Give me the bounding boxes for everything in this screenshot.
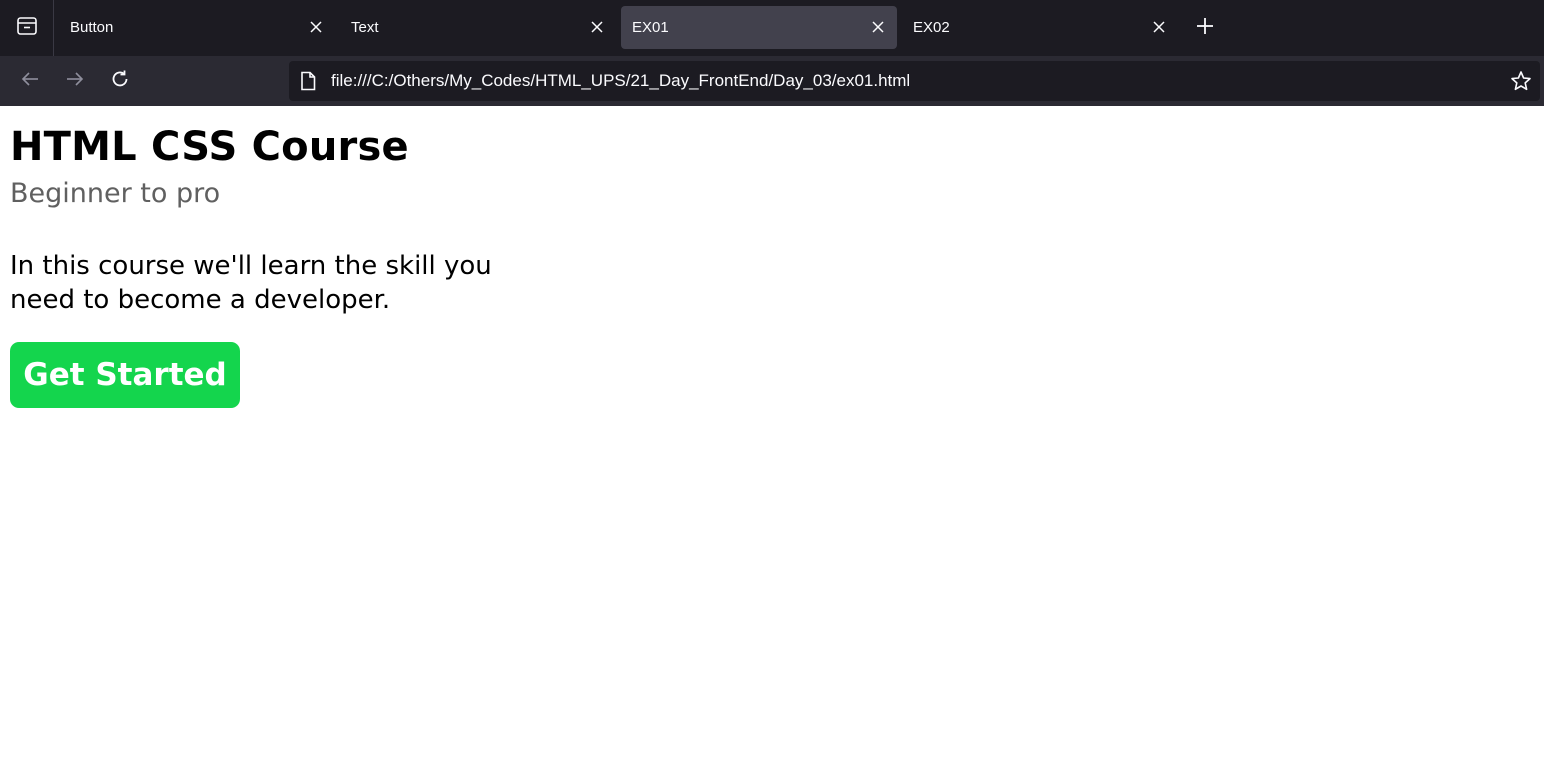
tab-text[interactable]: Text (340, 6, 616, 49)
tab-label: EX01 (632, 19, 669, 36)
close-icon[interactable] (1148, 16, 1170, 38)
tab-ex01[interactable]: EX01 (621, 6, 897, 49)
close-icon[interactable] (867, 16, 889, 38)
new-tab-icon (1196, 17, 1214, 39)
back-button[interactable] (15, 66, 45, 96)
tab-label: Text (351, 19, 379, 36)
address-bar[interactable]: file:///C:/Others/My_Codes/HTML_UPS/21_D… (289, 61, 1540, 101)
close-icon[interactable] (586, 16, 608, 38)
page-subtitle: Beginner to pro (10, 178, 221, 209)
close-icon[interactable] (305, 16, 327, 38)
tab-strip: Button Text EX01 EX02 (0, 0, 1544, 56)
tab-button[interactable]: Button (59, 6, 335, 49)
page-content: HTML CSS Course Beginner to pro In this … (0, 106, 1544, 780)
reload-button[interactable] (105, 66, 135, 96)
tab-list-button[interactable] (0, 0, 54, 56)
tab-label: Button (70, 19, 114, 36)
back-icon (20, 69, 40, 93)
reload-icon (110, 69, 130, 93)
tab-label: EX02 (913, 19, 950, 36)
course-description: In this course we'll learn the skill you… (10, 251, 492, 315)
new-tab-button[interactable] (1190, 13, 1220, 43)
page-title: HTML CSS Course (10, 124, 409, 170)
forward-icon (65, 69, 85, 93)
tab-list-icon (16, 15, 38, 41)
url-text[interactable]: file:///C:/Others/My_Codes/HTML_UPS/21_D… (331, 71, 910, 91)
page-icon (300, 71, 316, 95)
tab-ex02[interactable]: EX02 (902, 6, 1178, 49)
navigation-toolbar: file:///C:/Others/My_Codes/HTML_UPS/21_D… (0, 56, 1544, 106)
get-started-button[interactable]: Get Started (10, 342, 240, 408)
forward-button[interactable] (60, 66, 90, 96)
bookmark-star-icon[interactable] (1510, 70, 1532, 96)
